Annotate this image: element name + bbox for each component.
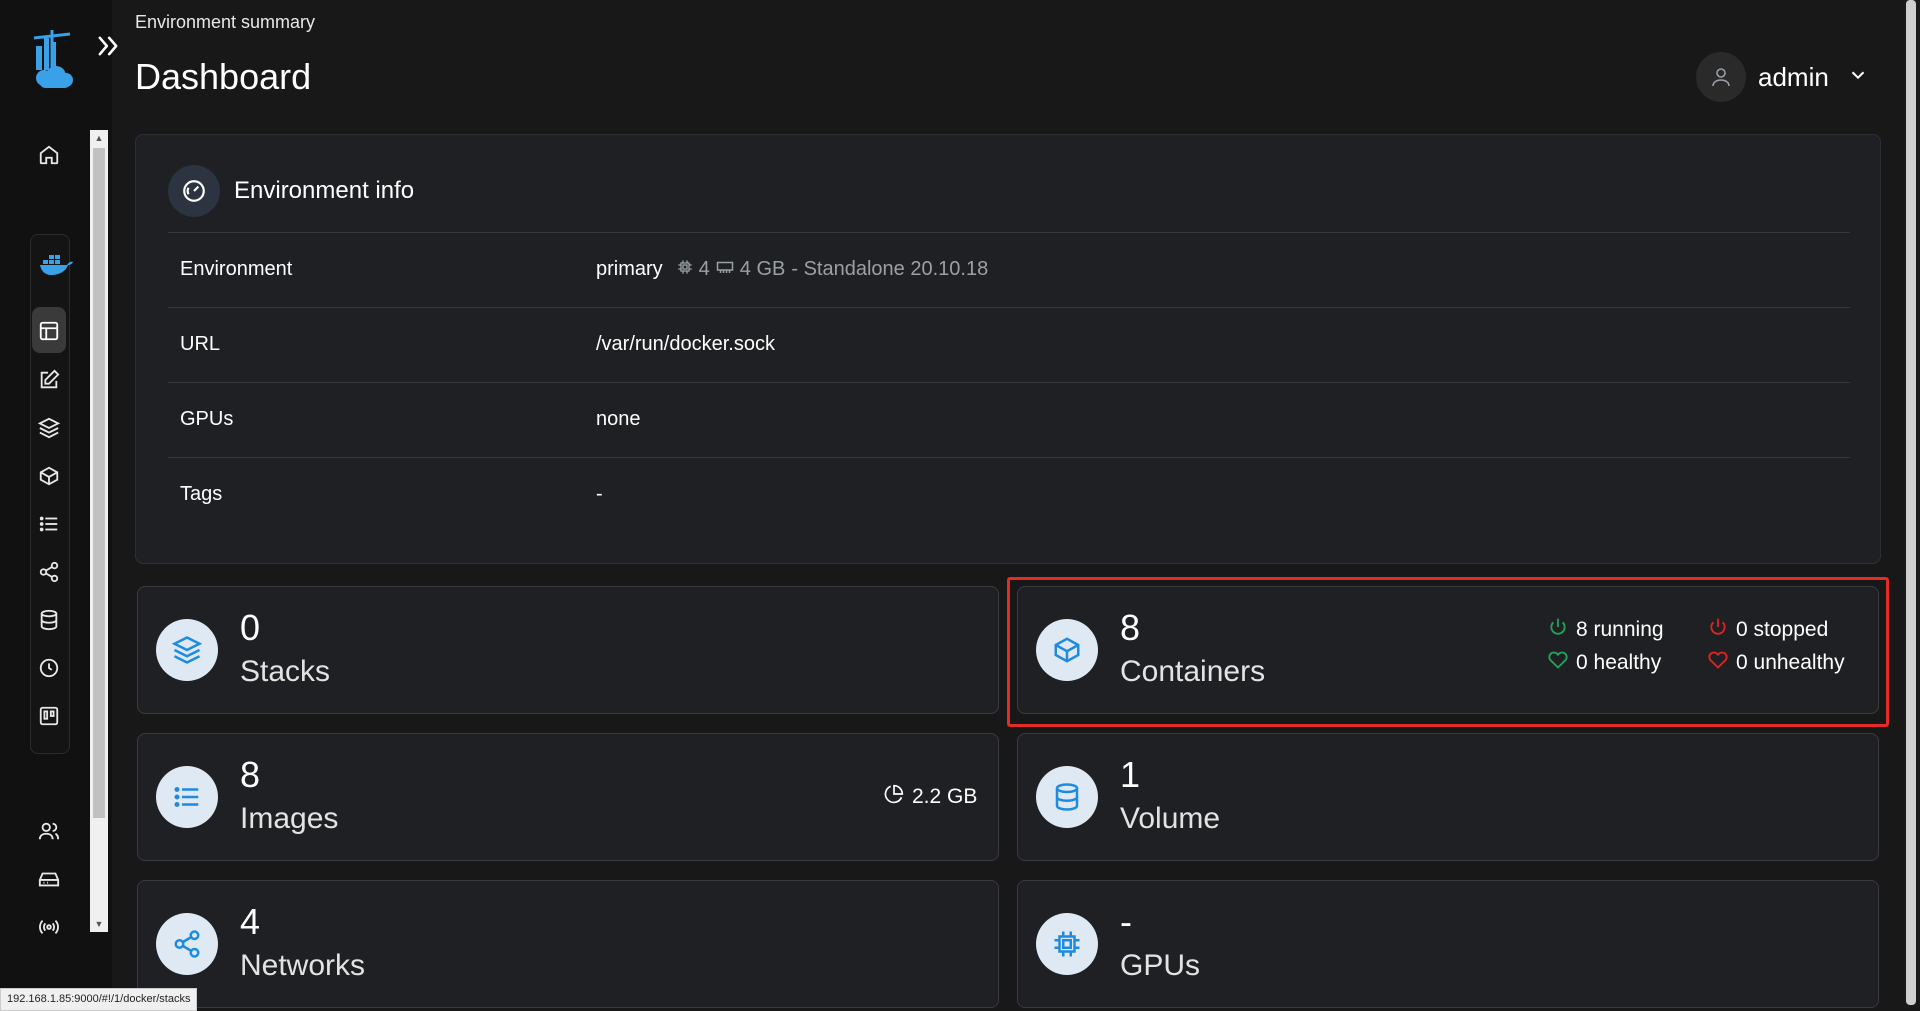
environment-info-title: Environment info — [234, 177, 415, 204]
images-size-value: 2.2 GB — [912, 785, 978, 808]
images-list-icon[interactable] — [35, 510, 63, 538]
healthy-status: 0 healthy — [1548, 650, 1661, 676]
containers-cube-icon[interactable] — [35, 462, 63, 490]
running-count: 8 running — [1576, 618, 1664, 641]
memory-icon — [716, 258, 734, 281]
stacks-label: Stacks — [240, 655, 331, 688]
page-title: Dashboard — [135, 56, 312, 97]
volumes-count: 1 — [1120, 754, 1141, 795]
env-label: GPUs — [180, 408, 234, 430]
broadcast-icon[interactable] — [35, 913, 63, 941]
status-bar-url: 192.168.1.85:9000/#!/1/docker/stacks — [0, 988, 198, 1011]
gpus-count: - — [1120, 901, 1132, 942]
volumes-label: Volume — [1120, 802, 1221, 835]
unhealthy-status: 0 unhealthy — [1708, 650, 1845, 676]
volumes-card[interactable]: 1 Volume — [1017, 733, 1879, 861]
stopped-count: 0 stopped — [1736, 618, 1829, 641]
breadcrumb: Environment summary — [135, 12, 316, 32]
home-icon[interactable] — [35, 141, 63, 169]
volumes-database-icon[interactable] — [35, 606, 63, 634]
power-icon — [1548, 617, 1568, 643]
images-count: 8 — [240, 754, 261, 795]
networks-share-icon[interactable] — [35, 558, 63, 586]
running-status: 8 running — [1548, 617, 1664, 643]
env-row-environment: Environment primary 4 4 GB - Standalone … — [168, 232, 1850, 308]
stacks-layers-icon — [156, 619, 218, 681]
containers-label: Containers — [1120, 655, 1266, 688]
heart-broken-icon — [1708, 650, 1728, 676]
env-row-gpus: GPUs none — [168, 382, 1850, 458]
env-label: Environment — [180, 258, 293, 280]
environment-info-card: Environment info Environment primary 4 4… — [135, 134, 1881, 564]
stacks-count: 0 — [240, 607, 261, 648]
power-off-icon — [1708, 617, 1728, 643]
expand-sidebar-icon[interactable] — [94, 32, 122, 60]
environments-storage-icon[interactable] — [35, 865, 63, 893]
networks-share-icon — [156, 913, 218, 975]
cpu-icon — [677, 258, 693, 281]
env-label: Tags — [180, 483, 223, 505]
username[interactable]: admin — [1758, 62, 1829, 93]
sidebar-scroll-thumb[interactable] — [93, 148, 105, 818]
containers-cube-icon — [1036, 619, 1098, 681]
env-value: none — [596, 408, 641, 430]
unhealthy-count: 0 unhealthy — [1736, 651, 1845, 674]
chevron-down-icon[interactable] — [1847, 64, 1869, 91]
networks-label: Networks — [240, 949, 366, 982]
images-label: Images — [240, 802, 339, 835]
portainer-logo-icon[interactable] — [30, 28, 82, 90]
env-label: URL — [180, 333, 221, 355]
env-row-tags: Tags - — [168, 457, 1850, 533]
gauge-icon — [168, 165, 220, 217]
environment-type: - Standalone 20.10.18 — [791, 258, 989, 280]
env-row-url: URL /var/run/docker.sock — [168, 307, 1850, 383]
env-value: primary 4 4 GB - Standalone 20.10.18 — [596, 258, 988, 281]
images-size: 2.2 GB — [884, 784, 977, 810]
networks-card[interactable]: 4 Networks — [137, 880, 999, 1008]
stopped-status: 0 stopped — [1708, 617, 1828, 643]
host-board-icon[interactable] — [35, 702, 63, 730]
heart-icon — [1548, 650, 1568, 676]
gpus-label: GPUs — [1120, 949, 1201, 982]
events-clock-icon[interactable] — [35, 654, 63, 682]
cpu-count: 4 — [698, 258, 710, 280]
page-scroll-thumb[interactable] — [1906, 0, 1916, 1005]
environment-name: primary — [596, 258, 663, 280]
networks-count: 4 — [240, 901, 261, 942]
scroll-up-arrow-icon[interactable]: ▲ — [90, 130, 108, 146]
gpus-card[interactable]: - GPUs — [1017, 880, 1879, 1008]
scroll-down-arrow-icon[interactable]: ▼ — [90, 916, 108, 932]
env-value: - — [596, 483, 603, 505]
templates-edit-icon[interactable] — [35, 366, 63, 394]
docker-icon — [38, 251, 74, 279]
stacks-layers-icon[interactable] — [35, 414, 63, 442]
gpu-chip-icon — [1036, 913, 1098, 975]
user-menu[interactable]: admin — [1696, 52, 1869, 102]
dashboard-icon[interactable] — [35, 317, 63, 345]
environment-info-header: Environment info — [168, 165, 414, 217]
stacks-card[interactable]: 0 Stacks — [137, 586, 999, 714]
volumes-database-icon — [1036, 766, 1098, 828]
pie-chart-icon — [884, 784, 904, 810]
avatar[interactable] — [1696, 52, 1746, 102]
healthy-count: 0 healthy — [1576, 651, 1662, 674]
images-card[interactable]: 8 Images 2.2 GB — [137, 733, 999, 861]
env-value: /var/run/docker.sock — [596, 333, 775, 355]
images-list-icon — [156, 766, 218, 828]
memory-size: 4 GB — [739, 258, 786, 280]
users-icon[interactable] — [35, 817, 63, 845]
containers-card[interactable]: 8 Containers 8 running 0 stopped 0 healt… — [1017, 586, 1879, 714]
containers-count: 8 — [1120, 607, 1141, 648]
